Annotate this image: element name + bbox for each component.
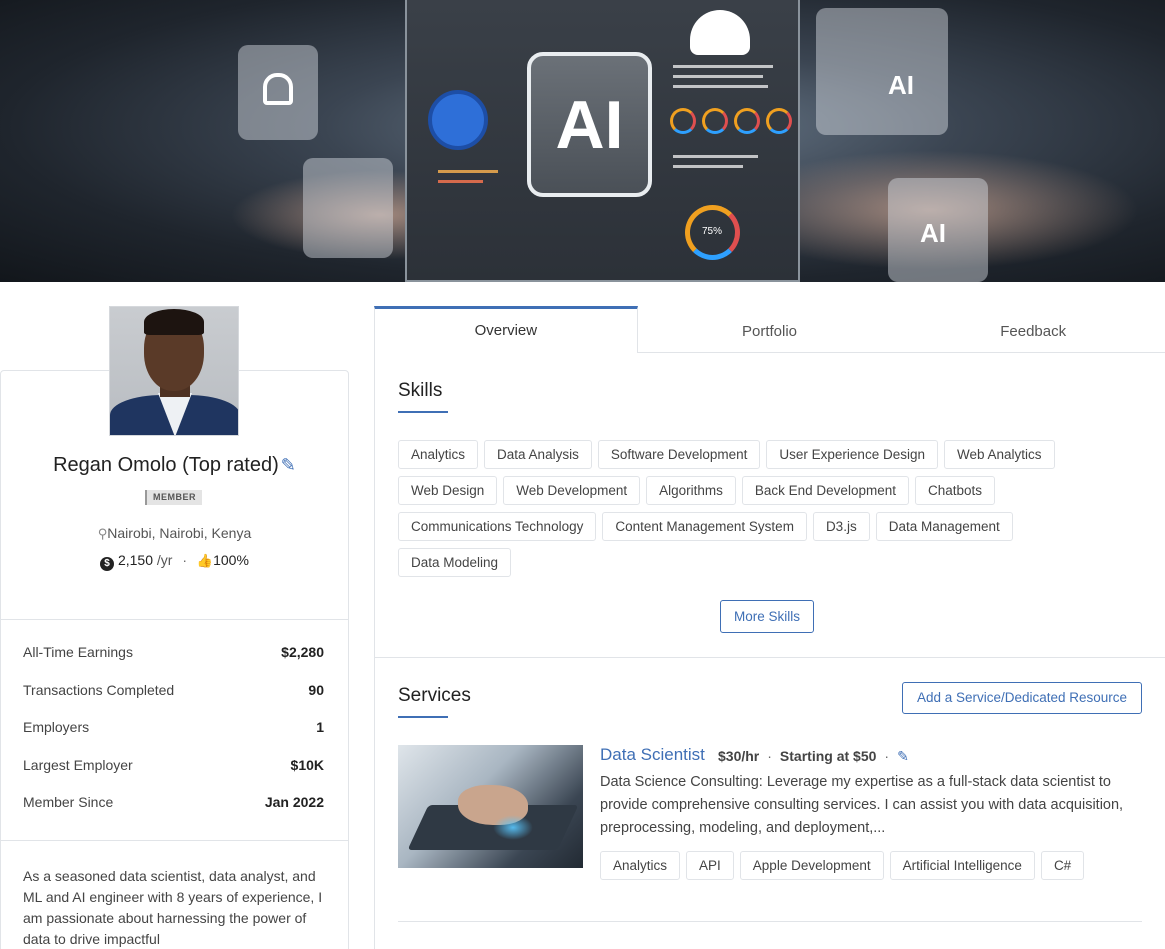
- progress-circle: [428, 90, 488, 150]
- stat-label: Largest Employer: [23, 756, 133, 773]
- stat-value: Jan 2022: [264, 794, 324, 810]
- service-tag[interactable]: Artificial Intelligence: [889, 851, 1035, 880]
- service-tag[interactable]: Analytics: [600, 851, 681, 880]
- skill-tag[interactable]: Content Management System: [602, 512, 807, 541]
- skill-tag[interactable]: Web Development: [503, 476, 641, 505]
- gear-icon: [303, 158, 393, 258]
- service-tag[interactable]: Apple Development: [739, 851, 884, 880]
- earnings-unit: /yr: [156, 552, 173, 568]
- skill-tag[interactable]: Software Development: [597, 440, 761, 469]
- banner-bar-lines: [438, 180, 483, 183]
- main-panel-border: [374, 352, 375, 949]
- banner-text-lines: [673, 85, 768, 88]
- stat-value: 1: [316, 719, 324, 735]
- stat-row: Employers 1: [23, 719, 324, 757]
- service-rate: $30/hr: [718, 748, 760, 764]
- skill-tag[interactable]: Web Design: [398, 476, 498, 505]
- card-divider: [0, 619, 349, 620]
- stat-row: All-Time Earnings $2,280: [23, 644, 324, 682]
- member-badge: MEMBER: [145, 490, 202, 505]
- skills-title: Skills: [398, 380, 443, 401]
- avatar: [109, 306, 239, 436]
- profile-location: ⚲Nairobi, Nairobi, Kenya: [0, 525, 349, 542]
- tab-overview[interactable]: Overview: [374, 306, 638, 353]
- lock-icon: [238, 45, 318, 140]
- location-text: Nairobi, Nairobi, Kenya: [107, 525, 252, 541]
- skill-tag[interactable]: Chatbots: [914, 476, 996, 505]
- more-skills-button[interactable]: More Skills: [720, 600, 814, 633]
- stat-label: Employers: [23, 719, 90, 735]
- dollar-coin-icon: $: [100, 557, 115, 571]
- separator-dot: ·: [767, 748, 772, 764]
- banner-text-lines: [673, 155, 758, 158]
- tab-feedback[interactable]: Feedback: [901, 306, 1165, 352]
- profile-rate: $ 2,150 /yr · 👍100%: [0, 552, 349, 571]
- banner-text-lines: [673, 165, 743, 168]
- banner-text-lines: [673, 65, 773, 68]
- service-description: Data Science Consulting: Leverage my exp…: [600, 774, 1124, 836]
- mini-donut: [734, 108, 760, 134]
- skill-tag[interactable]: Back End Development: [741, 476, 909, 505]
- mini-donut: [766, 108, 792, 134]
- skill-tag[interactable]: Data Modeling: [398, 548, 512, 577]
- stat-label: All-Time Earnings: [23, 644, 133, 660]
- ai-chip-tile: AI: [527, 52, 652, 197]
- service-starting-price: Starting at $50: [779, 748, 877, 764]
- profile-banner: AI AI AI 75%: [0, 0, 1165, 282]
- profile-name-text: Regan Omolo (Top rated): [53, 454, 279, 476]
- add-service-button[interactable]: Add a Service/Dedicated Resource: [902, 682, 1142, 714]
- stat-row: Member Since Jan 2022: [23, 794, 324, 832]
- skill-tag[interactable]: D3.js: [812, 512, 870, 541]
- skill-tag[interactable]: Data Analysis: [484, 440, 592, 469]
- stat-value: $10K: [290, 756, 324, 773]
- service-divider: [398, 921, 1142, 922]
- separator-dot: ·: [884, 748, 890, 764]
- section-divider: [374, 657, 1165, 658]
- profile-name: Regan Omolo (Top rated) ✎: [0, 454, 349, 477]
- skill-tag[interactable]: Algorithms: [646, 476, 736, 505]
- profile-bio: As a seasoned data scientist, data analy…: [23, 868, 323, 947]
- banner-bar-lines: [438, 170, 498, 173]
- skill-tag[interactable]: Data Management: [875, 512, 1013, 541]
- stat-value: $2,280: [281, 644, 324, 660]
- rating-percent: 100%: [213, 552, 249, 568]
- skill-tag[interactable]: Web Analytics: [943, 440, 1055, 469]
- services-title-underline: [398, 716, 448, 718]
- banner-text-lines: [673, 75, 763, 78]
- stat-value: 90: [308, 681, 324, 698]
- skills-list: Analytics Data Analysis Software Develop…: [398, 440, 1068, 577]
- service-tag[interactable]: API: [686, 851, 734, 880]
- image-ai-icon: AI: [816, 8, 948, 135]
- mini-donut: [670, 108, 696, 134]
- service-title-link[interactable]: Data Scientist: [600, 745, 705, 765]
- earnings-rate: 2,150: [117, 552, 154, 568]
- pencil-icon[interactable]: ✎: [281, 455, 296, 476]
- profile-tabs: Overview Portfolio Feedback: [374, 306, 1165, 353]
- service-tag[interactable]: C#: [1040, 851, 1085, 880]
- skills-title-underline: [398, 411, 448, 413]
- tab-portfolio[interactable]: Portfolio: [638, 306, 902, 352]
- chip-icon: AI: [888, 178, 988, 282]
- service-thumbnail[interactable]: [398, 745, 583, 868]
- card-divider: [0, 840, 349, 841]
- skill-tag[interactable]: Analytics: [398, 440, 479, 469]
- map-pin-icon: ⚲: [97, 526, 108, 541]
- stat-row: Transactions Completed 90: [23, 682, 324, 720]
- mini-donut: [702, 108, 728, 134]
- stats-list: All-Time Earnings $2,280 Transactions Co…: [23, 644, 324, 832]
- stat-label: Transactions Completed: [23, 681, 175, 698]
- thumbs-up-icon: 👍: [196, 553, 214, 568]
- service-tags: Analytics API Apple Development Artifici…: [600, 851, 1085, 880]
- skill-tag[interactable]: Communications Technology: [398, 512, 597, 541]
- pencil-icon[interactable]: ✎: [897, 748, 909, 764]
- services-title: Services: [398, 685, 471, 706]
- service-meta: $30/hr · Starting at $50 · ✎: [718, 748, 909, 765]
- separator-dot: ·: [182, 552, 188, 568]
- skill-tag[interactable]: User Experience Design: [766, 440, 938, 469]
- stat-label: Member Since: [23, 794, 114, 810]
- stat-row: Largest Employer $10K: [23, 757, 324, 795]
